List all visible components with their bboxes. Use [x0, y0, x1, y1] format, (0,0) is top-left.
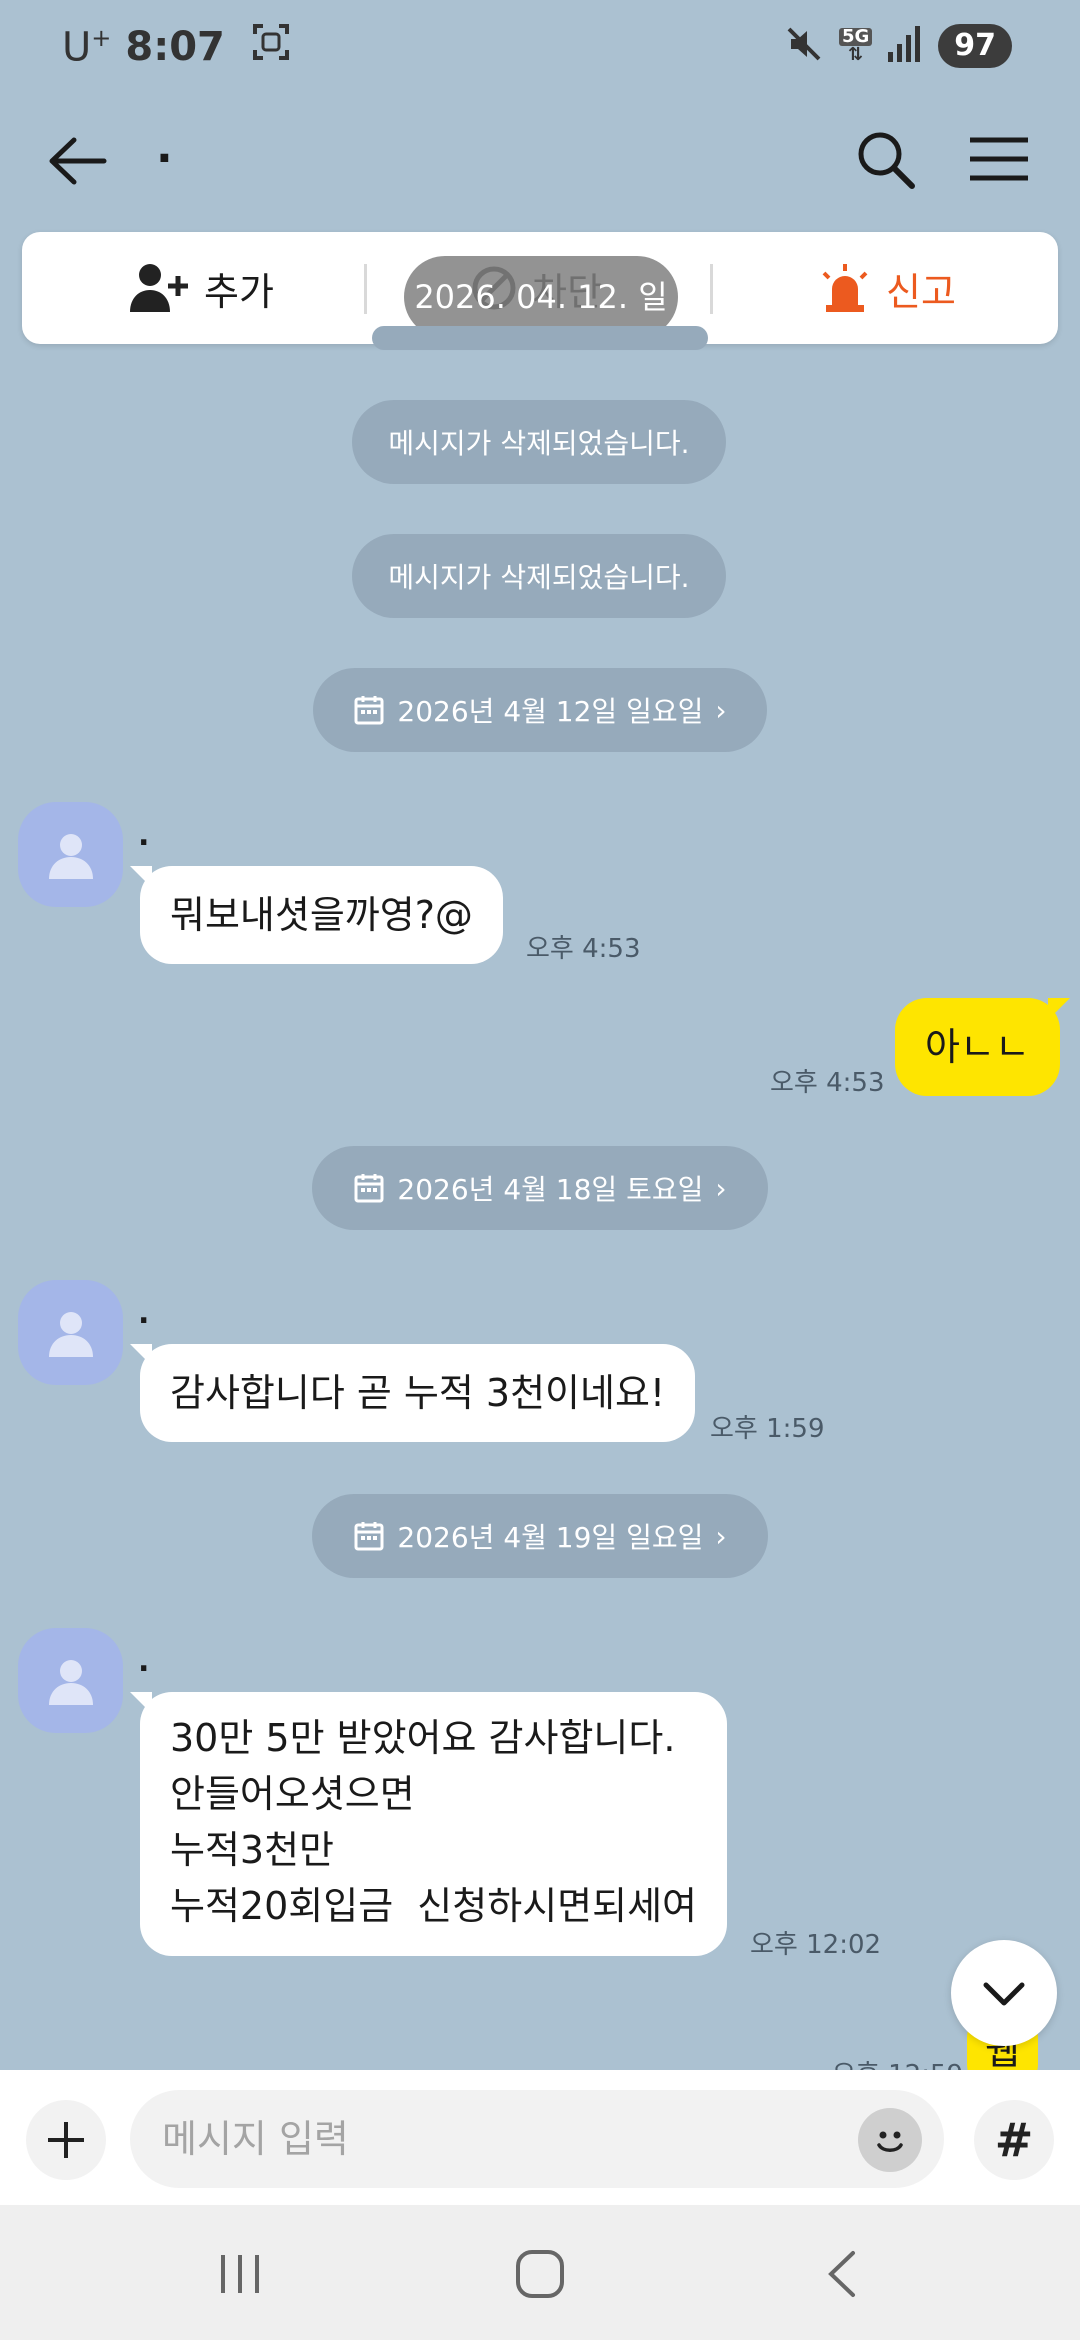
add-friend-label: 추가	[204, 269, 274, 314]
calendar-icon	[354, 1174, 384, 1203]
carrier-label: U+	[62, 23, 112, 71]
avatar[interactable]	[18, 802, 123, 907]
message-line: 30만 5만 받았어요 감사합니다.	[170, 1716, 676, 1760]
search-icon	[858, 132, 915, 189]
search-button[interactable]	[850, 124, 920, 194]
message-input-bar: #	[0, 2070, 1080, 2205]
message-line: 누적20회입금 신청하시면되세여	[170, 1884, 697, 1928]
date-divider[interactable]: 2026년 4월 19일 일요일 ›	[312, 1494, 768, 1578]
menu-button[interactable]	[964, 124, 1034, 194]
scroll-to-bottom-button[interactable]	[951, 1940, 1057, 2046]
sender-name: .	[138, 1644, 150, 1679]
signal-icon	[888, 26, 922, 66]
sender-name: .	[138, 1296, 150, 1331]
plus-icon	[48, 2122, 84, 2158]
back-arrow-icon	[49, 137, 107, 185]
sender-name: .	[138, 818, 150, 853]
calendar-icon	[354, 696, 384, 725]
incoming-message-bubble[interactable]: 감사합니다 곧 누적 3천이네요!	[129, 1344, 696, 1442]
message-time: 오후 4:53	[770, 1068, 885, 1098]
chevron-right-icon: ›	[715, 693, 727, 727]
home-icon	[516, 2250, 564, 2298]
chat-header: .	[0, 100, 1080, 230]
chat-title: .	[156, 122, 173, 173]
status-time: 8:07	[125, 24, 225, 70]
date-divider[interactable]: 2026년 4월 18일 토요일 ›	[312, 1146, 768, 1230]
battery-indicator: 97	[938, 24, 1012, 68]
status-bar: U+ 8:07 5G ⇅ 97	[0, 0, 1080, 100]
hamburger-icon	[970, 137, 1028, 181]
default-profile-icon	[48, 1311, 93, 1357]
siren-icon	[822, 264, 868, 312]
add-user-icon	[130, 264, 188, 312]
incoming-message-bubble[interactable]: 30만 5만 받았어요 감사합니다. 안들어오셧으면 누적3천만 누적20회입금…	[130, 1692, 727, 1956]
deleted-message-notice: 메시지가 삭제되었습니다.	[352, 534, 726, 618]
avatar[interactable]	[18, 1628, 123, 1733]
system-pill	[372, 326, 708, 350]
emoji-button[interactable]	[858, 2108, 922, 2172]
recent-apps-icon	[221, 2255, 259, 2293]
date-divider-label: 2026년 4월 19일 일요일	[397, 1521, 704, 1554]
chevron-down-icon	[983, 1982, 1025, 2006]
system-navigation-bar	[0, 2205, 1080, 2340]
date-divider-label: 2026년 4월 18일 토요일	[397, 1173, 704, 1206]
message-time: 오후 12:02	[750, 1930, 882, 1960]
default-profile-icon	[48, 1659, 93, 1705]
calendar-icon	[354, 1522, 384, 1551]
home-button[interactable]	[500, 2239, 580, 2309]
network-5g-icon: 5G ⇅	[838, 28, 873, 64]
chevron-left-icon	[828, 2251, 855, 2297]
screenshot-icon	[251, 22, 291, 72]
message-line: 안들어오셧으면	[170, 1772, 415, 1816]
mute-icon	[785, 25, 823, 67]
date-divider[interactable]: 2026년 4월 12일 일요일 ›	[313, 668, 767, 752]
add-friend-button[interactable]: 추가	[130, 232, 274, 344]
recent-apps-button[interactable]	[200, 2239, 280, 2309]
chevron-right-icon: ›	[715, 1171, 727, 1205]
divider	[710, 264, 713, 314]
chevron-right-icon: ›	[715, 1519, 727, 1553]
report-label: 신고	[886, 269, 956, 314]
incoming-message-bubble[interactable]: 뭐보내셧을까영?@	[130, 866, 503, 964]
default-profile-icon	[48, 833, 93, 879]
system-back-button[interactable]	[804, 2239, 884, 2309]
emoji-face-icon	[877, 2131, 903, 2152]
report-button[interactable]: 신고	[818, 232, 956, 344]
hashtag-button[interactable]: #	[974, 2100, 1054, 2180]
message-time: 오후 1:59	[710, 1414, 825, 1444]
back-button[interactable]	[44, 126, 114, 196]
hash-icon: #	[994, 2113, 1034, 2167]
divider	[364, 264, 367, 314]
message-line: 누적3천만	[170, 1828, 335, 1872]
message-time: 오후 4:53	[526, 934, 641, 964]
attach-button[interactable]	[26, 2100, 106, 2180]
date-divider-label: 2026년 4월 12일 일요일	[397, 695, 704, 728]
message-input[interactable]	[130, 2090, 944, 2188]
deleted-message-notice: 메시지가 삭제되었습니다.	[352, 400, 726, 484]
outgoing-message-bubble[interactable]: 아ㄴㄴ	[895, 998, 1070, 1096]
avatar[interactable]	[18, 1280, 123, 1385]
